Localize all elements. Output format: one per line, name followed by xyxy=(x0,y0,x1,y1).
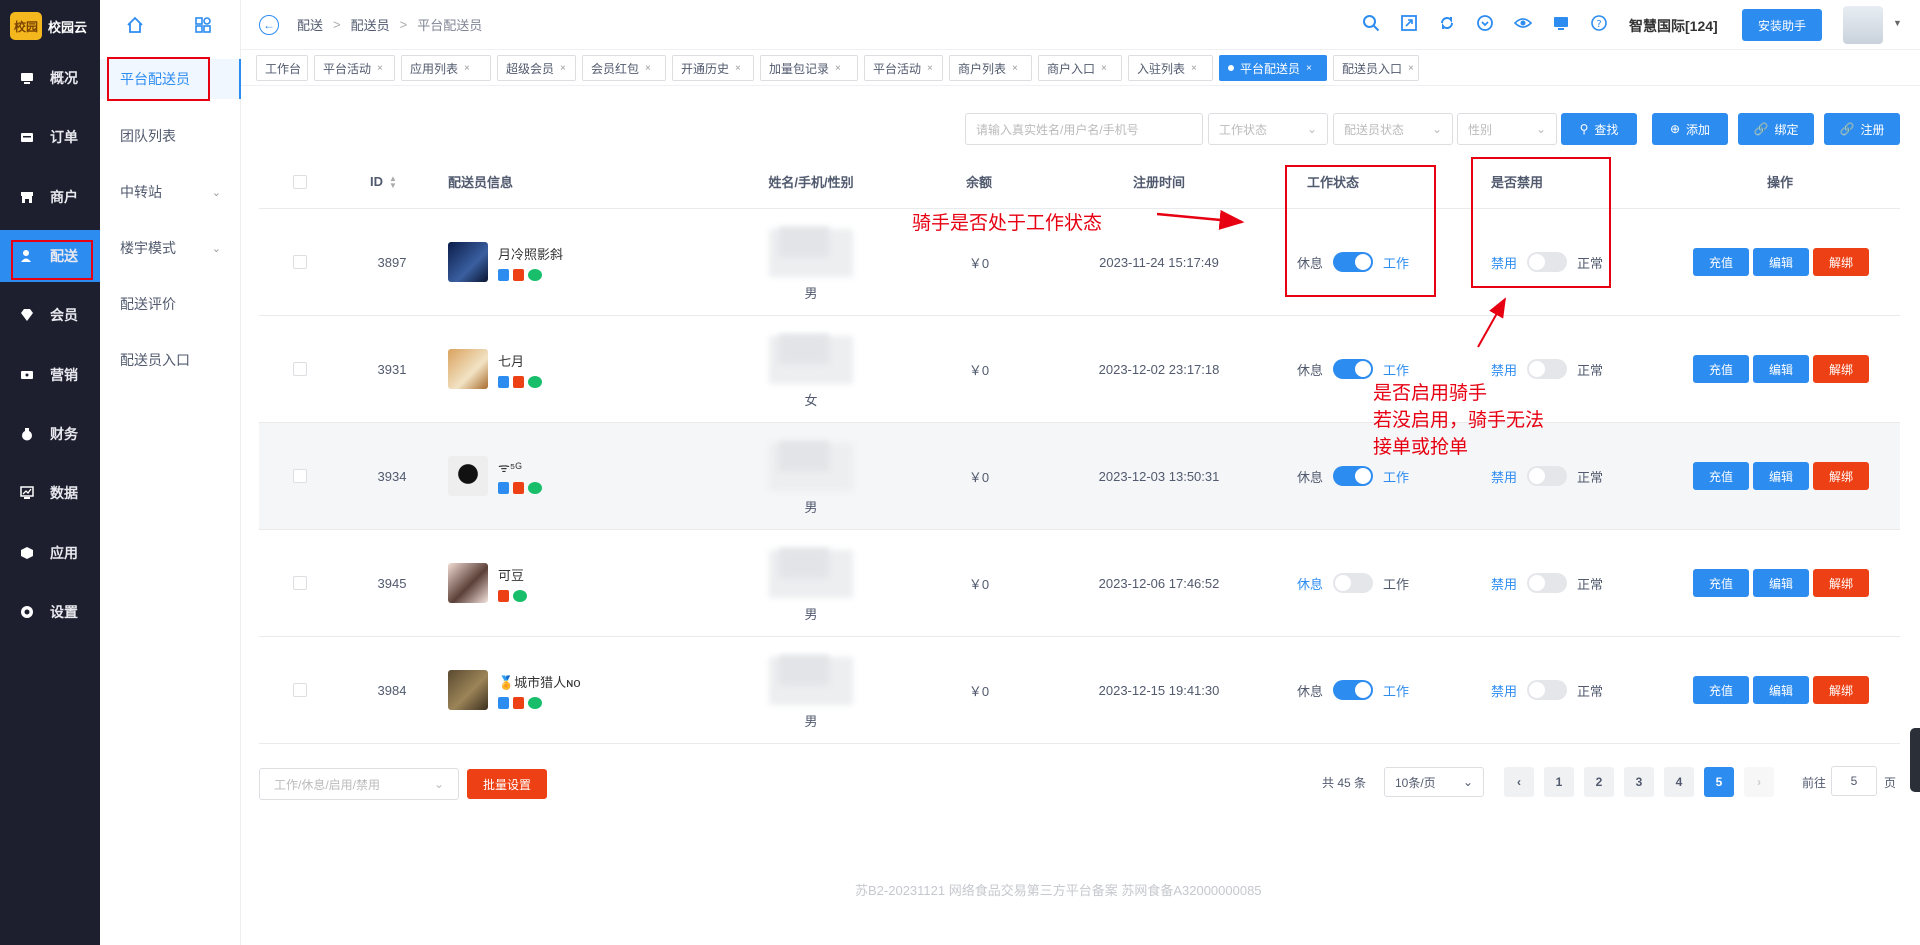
annotation-arrows xyxy=(1156,209,1506,348)
annotation-arrow xyxy=(1477,297,1506,348)
annotation-arrow xyxy=(1156,209,1245,230)
side-scroll-handle[interactable] xyxy=(1910,728,1920,792)
